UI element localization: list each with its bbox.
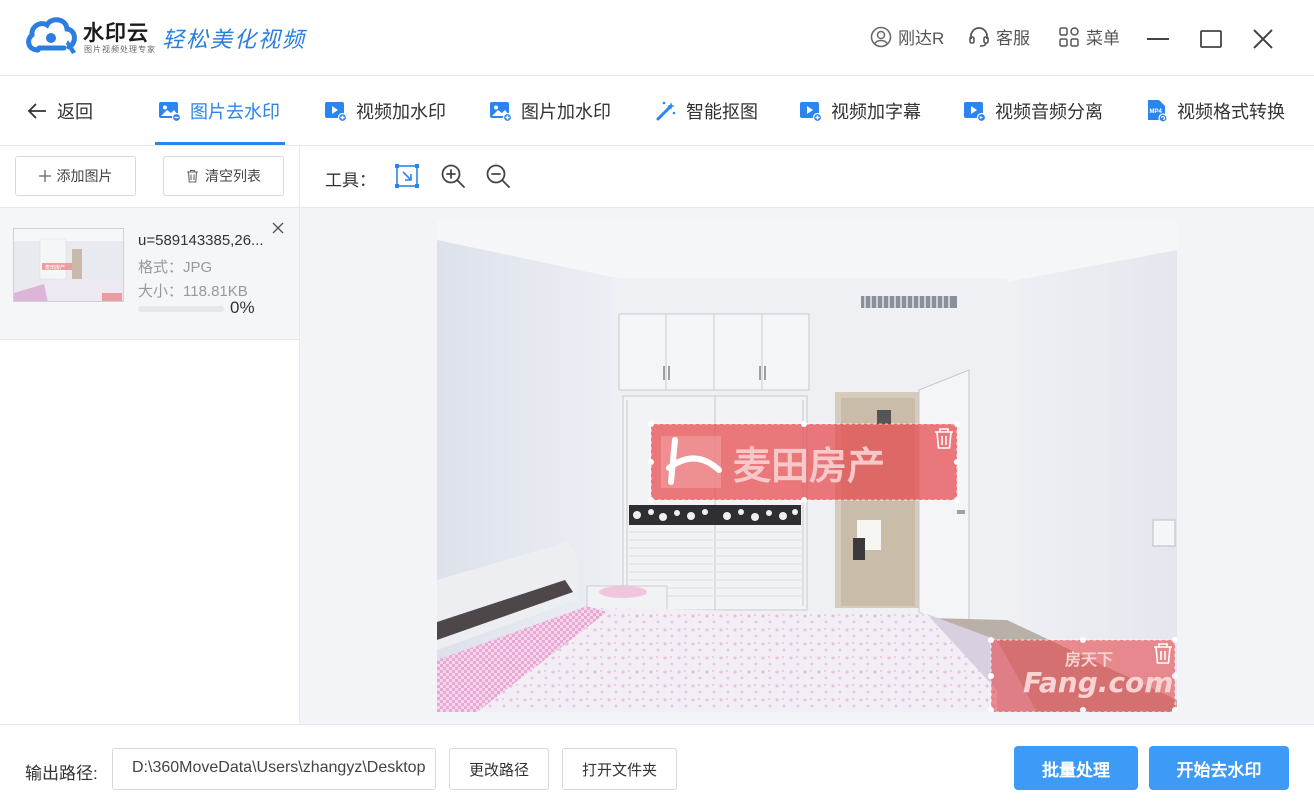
arrow-left-icon xyxy=(27,103,46,119)
tab-image-remove-watermark[interactable]: 图片去水印 xyxy=(158,76,280,146)
progress-percent: 0% xyxy=(230,298,255,317)
customer-service-label: 客服 xyxy=(996,29,1030,48)
brand-subtitle: 图片视频处理专家 xyxy=(84,45,156,54)
watermark-text-secondary: Fang.com xyxy=(1023,666,1173,699)
tab-video-audio-separation[interactable]: 视频音频分离 xyxy=(963,76,1103,146)
tab-label: 视频格式转换 xyxy=(1177,102,1285,122)
brand-name: 水印云 xyxy=(83,22,149,45)
tab-label: 视频加水印 xyxy=(356,102,446,122)
close-window-button[interactable] xyxy=(1248,24,1278,54)
progress-bar xyxy=(138,306,224,312)
slogan: 轻松美化视频 xyxy=(162,28,307,53)
zoom-in-icon[interactable] xyxy=(440,163,466,189)
customer-service-button[interactable]: 客服 xyxy=(968,24,1030,49)
tab-label: 图片加水印 xyxy=(521,102,611,122)
video-icon xyxy=(800,102,822,122)
preview-image: 麦田房产 房天下 Fang.com xyxy=(437,220,1177,712)
batch-process-button[interactable]: 批量处理 xyxy=(1014,746,1138,790)
svg-text:麦田房产: 麦田房产 xyxy=(45,264,65,271)
maximize-button[interactable] xyxy=(1196,24,1226,54)
file-format: 格式：JPG xyxy=(138,259,213,276)
video-icon xyxy=(325,102,347,122)
remove-file-icon[interactable] xyxy=(270,220,286,236)
menu-label: 菜单 xyxy=(1086,29,1120,48)
bottom-bar: 输出路径: D:\360MoveData\Users\zhangyz\Deskt… xyxy=(0,724,1314,810)
magic-wand-icon xyxy=(656,101,676,121)
clear-list-button[interactable]: 清空列表 xyxy=(163,156,284,196)
tab-label: 图片去水印 xyxy=(190,102,280,122)
trash-icon xyxy=(187,169,198,183)
zoom-out-icon[interactable] xyxy=(485,163,511,189)
video-icon xyxy=(964,102,986,122)
back-label: 返回 xyxy=(57,102,93,122)
close-icon xyxy=(1253,29,1273,49)
minimize-button[interactable] xyxy=(1143,24,1173,54)
maximize-icon xyxy=(1200,30,1222,48)
user-account[interactable]: 刚达R xyxy=(870,24,944,49)
tab-video-add-watermark[interactable]: 视频加水印 xyxy=(324,76,446,146)
feature-nav-bar: 返回 图片去水印 视频加水印 图片加水印 智能抠图 视频加字幕 视频音频分离 M… xyxy=(0,76,1314,146)
file-list-panel: 添加图片 清空列表 麦田房产 u=589143385,26... 格式：JPG … xyxy=(0,146,300,724)
clear-list-label: 清空列表 xyxy=(205,168,261,184)
mp4-file-icon: MP4 xyxy=(1148,100,1168,123)
user-icon xyxy=(870,26,892,47)
tool-label: 工具： xyxy=(325,171,376,190)
list-item[interactable]: 麦田房产 u=589143385,26... 格式：JPG 大小：118.81K… xyxy=(0,208,299,340)
bedroom-photo: 麦田房产 房天下 Fang.com xyxy=(437,220,1177,712)
file-name: u=589143385,26... xyxy=(138,232,264,249)
preview-canvas: 麦田房产 房天下 Fang.com xyxy=(300,208,1314,724)
add-image-button[interactable]: 添加图片 xyxy=(15,156,136,196)
title-bar: 水印云 图片视频处理专家 轻松美化视频 刚达R 客服 菜单 xyxy=(0,0,1314,76)
watermark-text-primary: 麦田房产 xyxy=(733,444,885,488)
output-path-field[interactable]: D:\360MoveData\Users\zhangyz\Desktop xyxy=(112,748,436,790)
headset-icon xyxy=(969,26,989,47)
tab-image-add-watermark[interactable]: 图片加水印 xyxy=(489,76,611,146)
svg-text:MP4: MP4 xyxy=(1150,109,1163,115)
tab-smart-cutout[interactable]: 智能抠图 xyxy=(655,76,758,146)
tab-video-add-subtitles[interactable]: 视频加字幕 xyxy=(799,76,921,146)
open-folder-button[interactable]: 打开文件夹 xyxy=(562,748,677,790)
grid-icon xyxy=(1059,26,1079,47)
active-tab-indicator xyxy=(155,142,285,145)
file-thumbnail: 麦田房产 xyxy=(13,228,124,302)
change-path-button[interactable]: 更改路径 xyxy=(449,748,549,790)
menu-button[interactable]: 菜单 xyxy=(1058,24,1120,49)
app-logo-icon xyxy=(26,17,77,54)
start-remove-watermark-button[interactable]: 开始去水印 xyxy=(1149,746,1289,790)
add-image-label: 添加图片 xyxy=(56,168,113,184)
back-button[interactable]: 返回 xyxy=(26,76,93,146)
tab-label: 视频加字幕 xyxy=(831,102,921,122)
tab-video-format-conversion[interactable]: MP4 视频格式转换 xyxy=(1146,76,1285,146)
plus-icon xyxy=(38,170,51,182)
selection-box-tool-icon[interactable] xyxy=(394,163,420,189)
tab-label: 智能抠图 xyxy=(686,102,758,122)
tab-label: 视频音频分离 xyxy=(995,102,1103,122)
tool-bar: 工具： xyxy=(300,146,1314,208)
output-path-label: 输出路径: xyxy=(25,764,98,783)
watermark-region-primary: 麦田房产 xyxy=(648,421,960,503)
minimize-icon xyxy=(1147,38,1169,40)
image-icon xyxy=(159,102,181,122)
user-name: 刚达R xyxy=(898,29,945,48)
image-icon xyxy=(490,102,512,122)
watermark-region-secondary: 房天下 Fang.com xyxy=(988,637,1177,712)
